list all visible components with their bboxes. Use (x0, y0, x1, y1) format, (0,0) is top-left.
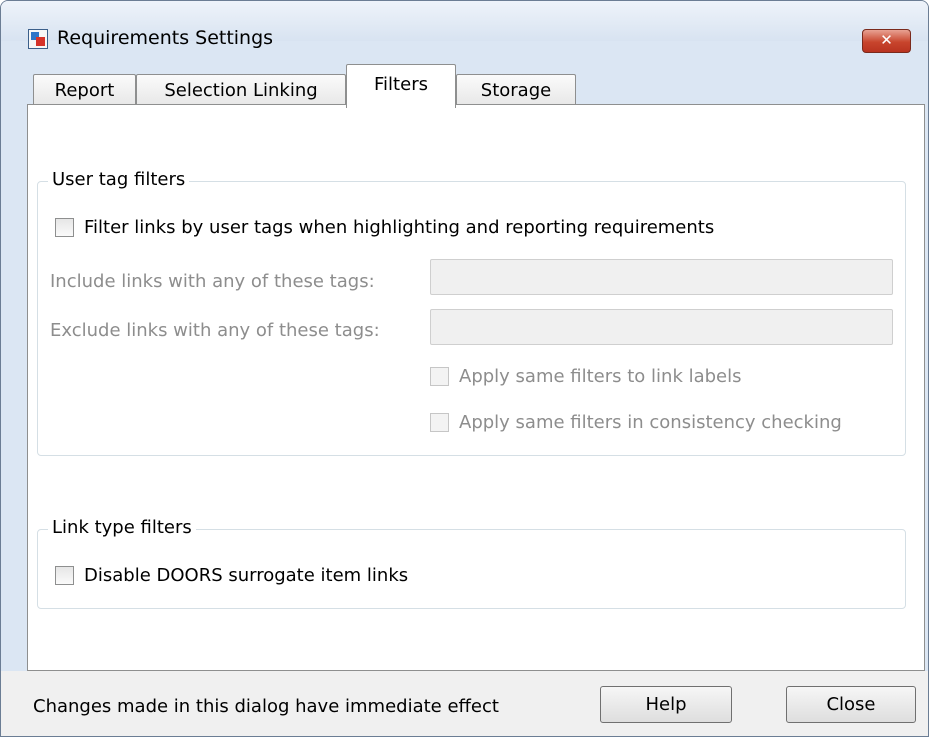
filter-by-user-tags-label: Filter links by user tags when highlight… (84, 217, 715, 238)
link-type-filters-group: Link type filters Disable DOORS surrogat… (37, 517, 906, 609)
exclude-tags-input[interactable] (430, 309, 893, 345)
disable-doors-label: Disable DOORS surrogate item links (84, 565, 409, 586)
apply-link-labels-label: Apply same filters to link labels (459, 366, 742, 387)
apply-consistency-label: Apply same filters in consistency checki… (459, 412, 842, 433)
exclude-tags-label: Exclude links with any of these tags: (50, 320, 380, 341)
apply-link-labels-checkbox[interactable] (430, 367, 449, 386)
user-tag-filters-group: User tag filters Filter links by user ta… (37, 169, 906, 456)
apply-consistency-row[interactable]: Apply same filters in consistency checki… (430, 412, 842, 433)
tab-report[interactable]: Report (33, 74, 136, 107)
include-tags-input[interactable] (430, 259, 893, 295)
disable-doors-row[interactable]: Disable DOORS surrogate item links (55, 565, 408, 586)
tab-storage[interactable]: Storage (456, 74, 576, 107)
filter-by-user-tags-row[interactable]: Filter links by user tags when highlight… (55, 217, 714, 238)
user-tag-filters-title: User tag filters (48, 169, 190, 190)
close-button[interactable]: Close (786, 686, 916, 723)
apply-link-labels-row[interactable]: Apply same filters to link labels (430, 366, 742, 387)
title-bar: Requirements Settings ✕ (1, 1, 928, 53)
window-title: Requirements Settings (57, 27, 274, 49)
close-icon[interactable]: ✕ (862, 29, 911, 53)
requirements-app-icon (28, 29, 48, 49)
requirements-settings-window: Requirements Settings ✕ Report Selection… (0, 0, 929, 737)
tab-selection-linking[interactable]: Selection Linking (136, 74, 346, 107)
filter-by-user-tags-checkbox[interactable] (55, 218, 74, 237)
footer-bar: Changes made in this dialog have immedia… (1, 671, 928, 736)
tab-filters[interactable]: Filters (346, 64, 456, 108)
filters-panel: User tag filters Filter links by user ta… (27, 104, 925, 671)
apply-consistency-checkbox[interactable] (430, 413, 449, 432)
disable-doors-checkbox[interactable] (55, 566, 74, 585)
help-button[interactable]: Help (600, 686, 732, 723)
status-message: Changes made in this dialog have immedia… (33, 696, 499, 717)
include-tags-label: Include links with any of these tags: (50, 271, 375, 292)
link-type-filters-title: Link type filters (48, 517, 196, 538)
